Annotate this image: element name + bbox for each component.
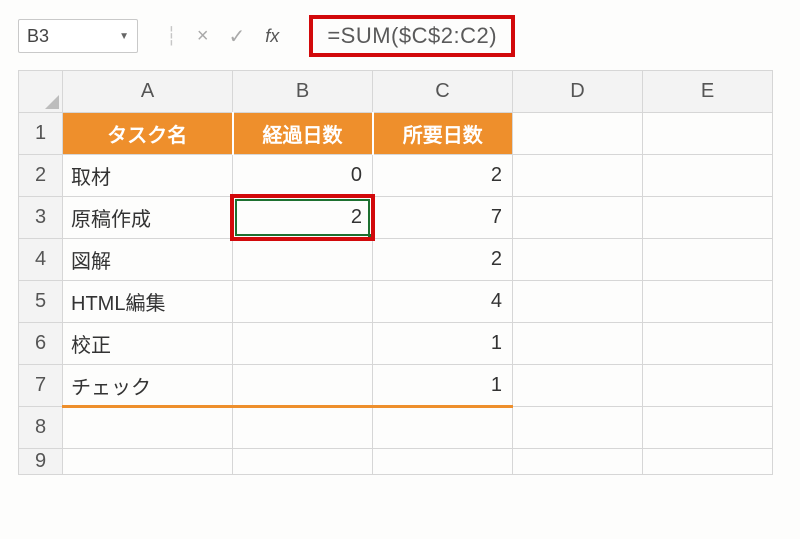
name-box-value: B3 xyxy=(27,26,49,47)
table-row: 9 xyxy=(19,449,773,475)
cell[interactable] xyxy=(643,281,773,323)
header-cell-elapsed[interactable]: 経過日数 xyxy=(233,113,373,155)
cancel-icon[interactable]: × xyxy=(197,25,209,48)
cell[interactable] xyxy=(513,113,643,155)
cell[interactable]: 校正 xyxy=(63,323,233,365)
row-header-9[interactable]: 9 xyxy=(19,449,63,475)
cell[interactable] xyxy=(513,365,643,407)
cell[interactable]: チェック xyxy=(63,365,233,407)
cell[interactable] xyxy=(643,155,773,197)
cell[interactable]: 2 xyxy=(373,239,513,281)
formula-highlight: =SUM($C$2:C2) xyxy=(309,15,515,57)
row-header-8[interactable]: 8 xyxy=(19,407,63,449)
col-header-D[interactable]: D xyxy=(513,71,643,113)
cell[interactable] xyxy=(63,407,233,449)
cell[interactable] xyxy=(643,365,773,407)
table-row: 3 原稿作成 2 7 xyxy=(19,197,773,239)
fx-icon[interactable]: fx xyxy=(265,26,279,47)
cell[interactable] xyxy=(513,407,643,449)
select-all-triangle-icon xyxy=(45,95,59,109)
excel-window: B3 ▼ ┆ × ✓ fx =SUM($C$2:C2) A B C D E 1 xyxy=(0,0,800,539)
cell[interactable]: 図解 xyxy=(63,239,233,281)
header-cell-task[interactable]: タスク名 xyxy=(63,113,233,155)
cell[interactable] xyxy=(643,239,773,281)
cell[interactable] xyxy=(513,197,643,239)
cell[interactable]: 7 xyxy=(373,197,513,239)
row-header-6[interactable]: 6 xyxy=(19,323,63,365)
enter-icon[interactable]: ✓ xyxy=(229,24,246,49)
cell[interactable]: 0 xyxy=(233,155,373,197)
table-row: 4 図解 2 xyxy=(19,239,773,281)
cell[interactable] xyxy=(513,449,643,475)
row-header-4[interactable]: 4 xyxy=(19,239,63,281)
row-header-7[interactable]: 7 xyxy=(19,365,63,407)
table-row: 2 取材 0 2 xyxy=(19,155,773,197)
table-row: 7 チェック 1 xyxy=(19,365,773,407)
table-row: 8 xyxy=(19,407,773,449)
cell[interactable]: 1 xyxy=(373,365,513,407)
row-header-1[interactable]: 1 xyxy=(19,113,63,155)
header-cell-required[interactable]: 所要日数 xyxy=(373,113,513,155)
formula-bar-buttons: ┆ × ✓ fx xyxy=(138,19,307,53)
cell[interactable]: 原稿作成 xyxy=(63,197,233,239)
table-row: 1 タスク名 経過日数 所要日数 xyxy=(19,113,773,155)
col-header-C[interactable]: C xyxy=(373,71,513,113)
active-cell-B3[interactable]: 2 xyxy=(233,197,373,239)
cell[interactable] xyxy=(373,449,513,475)
col-header-A[interactable]: A xyxy=(63,71,233,113)
table-row: 6 校正 1 xyxy=(19,323,773,365)
cell[interactable] xyxy=(233,323,373,365)
name-box[interactable]: B3 ▼ xyxy=(18,19,138,53)
cell[interactable] xyxy=(513,155,643,197)
col-header-B[interactable]: B xyxy=(233,71,373,113)
cell[interactable] xyxy=(233,239,373,281)
selection-border xyxy=(235,199,370,236)
fill-handle[interactable] xyxy=(368,234,375,241)
cell[interactable] xyxy=(373,407,513,449)
cell[interactable]: 4 xyxy=(373,281,513,323)
cell[interactable] xyxy=(233,281,373,323)
cell[interactable]: 1 xyxy=(373,323,513,365)
active-cell-value: 2 xyxy=(351,206,362,228)
cell[interactable]: 2 xyxy=(373,155,513,197)
cell[interactable] xyxy=(233,449,373,475)
row-header-5[interactable]: 5 xyxy=(19,281,63,323)
cell[interactable] xyxy=(63,449,233,475)
cell[interactable] xyxy=(643,197,773,239)
row-header-3[interactable]: 3 xyxy=(19,197,63,239)
formula-bar: B3 ▼ ┆ × ✓ fx =SUM($C$2:C2) xyxy=(18,18,782,54)
spreadsheet-grid[interactable]: A B C D E 1 タスク名 経過日数 所要日数 2 取材 0 2 3 原稿 xyxy=(18,70,773,475)
cell[interactable]: HTML編集 xyxy=(63,281,233,323)
cell[interactable] xyxy=(643,407,773,449)
cell[interactable] xyxy=(643,449,773,475)
col-header-E[interactable]: E xyxy=(643,71,773,113)
row-header-2[interactable]: 2 xyxy=(19,155,63,197)
cell[interactable] xyxy=(233,365,373,407)
formula-input[interactable]: =SUM($C$2:C2) xyxy=(327,23,497,49)
cell[interactable] xyxy=(233,407,373,449)
cell[interactable] xyxy=(643,323,773,365)
table-row: 5 HTML編集 4 xyxy=(19,281,773,323)
column-header-row: A B C D E xyxy=(19,71,773,113)
cell[interactable] xyxy=(513,323,643,365)
cell[interactable] xyxy=(643,113,773,155)
name-box-dropdown-icon[interactable]: ▼ xyxy=(119,31,129,42)
cell[interactable] xyxy=(513,281,643,323)
cell[interactable]: 取材 xyxy=(63,155,233,197)
cell[interactable] xyxy=(513,239,643,281)
formula-bar-divider-icon: ┆ xyxy=(166,26,177,47)
select-all-corner[interactable] xyxy=(19,71,63,113)
